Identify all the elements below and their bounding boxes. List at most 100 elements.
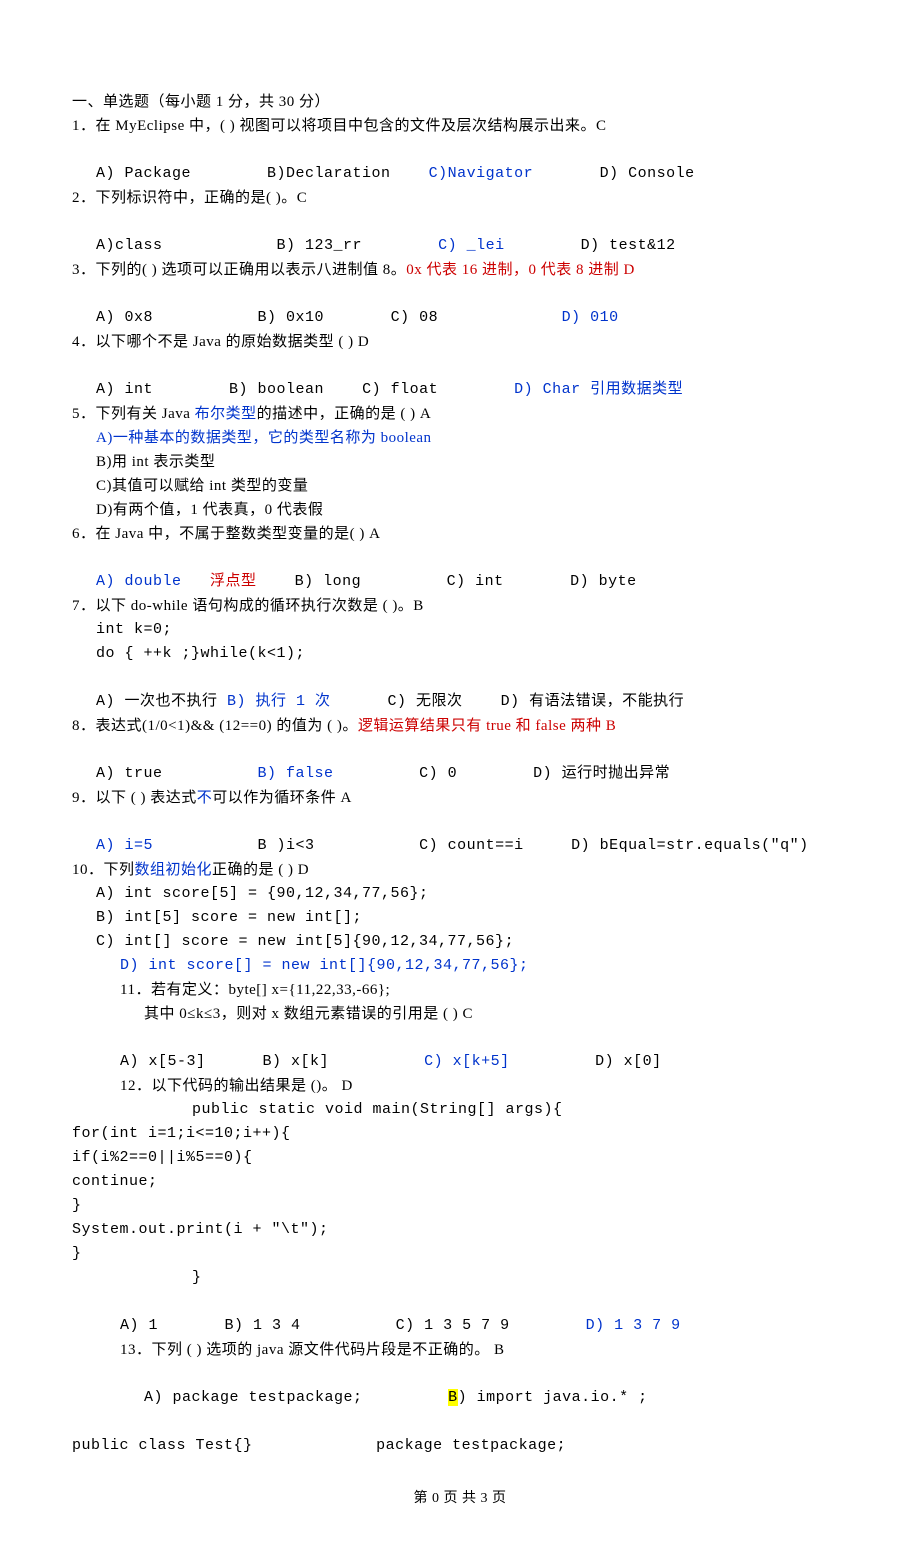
q2-optC: C) _lei bbox=[438, 237, 505, 254]
q12-code5: } bbox=[72, 1194, 848, 1218]
q3-stem: 3．下列的( ) 选项可以正确用以表示八进制值 8。0x 代表 16 进制，0 … bbox=[72, 258, 848, 282]
q4-optB: B) boolean bbox=[229, 381, 324, 398]
q7-optA: A) 一次也不执行 bbox=[96, 693, 227, 710]
q9-optC: C) count==i bbox=[419, 837, 524, 854]
q2-options: A)class B) 123_rr C) _lei D) test&12 bbox=[72, 210, 848, 258]
q3-optD: D) 010 bbox=[562, 309, 619, 326]
q12-optC: C) 1 3 5 7 9 bbox=[396, 1317, 510, 1334]
q2-optD: D) test&12 bbox=[581, 237, 676, 254]
q9-options: A) i=5 B )i<3 C) count==i D) bEqual=str.… bbox=[72, 810, 848, 858]
q1-stem: 1．在 MyEclipse 中，( ) 视图可以将项目中包含的文件及层次结构展示… bbox=[72, 114, 848, 138]
q12-stem: 12．以下代码的输出结果是 ()。 D bbox=[72, 1074, 848, 1098]
q4-options: A) int B) boolean C) float D) Char 引用数据类… bbox=[72, 354, 848, 402]
q1-optD: D) Console bbox=[600, 165, 695, 182]
q8-optD: D) 运行时抛出异常 bbox=[533, 765, 670, 782]
q10-stem-b: 数组初始化 bbox=[135, 862, 213, 878]
q11-stem2: 其中 0≤k≤3，则对 x 数组元素错误的引用是 ( ) C bbox=[72, 1002, 848, 1026]
q7-options: A) 一次也不执行 B) 执行 1 次 C) 无限次 D) 有语法错误，不能执行 bbox=[72, 666, 848, 714]
q7-code2: do { ++k ;}while(k<1); bbox=[72, 642, 848, 666]
q6-stem: 6．在 Java 中，不属于整数类型变量的是( ) A bbox=[72, 522, 848, 546]
q9-stem-a: 9．以下 ( ) 表达式 bbox=[72, 790, 197, 806]
q11-options: A) x[5-3] B) x[k] C) x[k+5] D) x[0] bbox=[72, 1026, 848, 1074]
q12-code3: if(i%2==0||i%5==0){ bbox=[72, 1146, 848, 1170]
q4-optC: C) float bbox=[362, 381, 438, 398]
q1-optA: A) Package bbox=[96, 165, 191, 182]
q1-optC: C)Navigator bbox=[429, 165, 534, 182]
q12-optA: A) 1 bbox=[120, 1317, 158, 1334]
q3-stem-b: 0x 代表 16 进制，0 代表 8 进制 D bbox=[406, 262, 635, 278]
q2-optA: A)class bbox=[96, 237, 163, 254]
q5-stem: 5．下列有关 Java 布尔类型的描述中，正确的是 ( ) A bbox=[72, 402, 848, 426]
q5-stem-c: 的描述中，正确的是 ( ) A bbox=[257, 406, 432, 422]
q8-optA: A) true bbox=[96, 765, 163, 782]
q12-code7: } bbox=[72, 1242, 848, 1266]
q6-optD: D) byte bbox=[570, 573, 637, 590]
q11-stem1: 11．若有定义：byte[] x={11,22,33,-66}; bbox=[72, 978, 848, 1002]
q7-stem: 7．以下 do-while 语句构成的循环执行次数是 ( )。B bbox=[72, 594, 848, 618]
q5-optB: B)用 int 表示类型 bbox=[72, 450, 848, 474]
q13-optA: A) package testpackage; bbox=[144, 1389, 363, 1406]
q11-optB: B) x[k] bbox=[263, 1053, 330, 1070]
q8-stem-a: 8．表达式(1/0<1)&& (12==0) 的值为 ( )。 bbox=[72, 718, 358, 734]
q3-optB: B) 0x10 bbox=[258, 309, 325, 326]
q12-code2: for(int i=1;i<=10;i++){ bbox=[72, 1122, 848, 1146]
q3-optC: C) 08 bbox=[391, 309, 439, 326]
q10-optD: D) int score[] = new int[]{90,12,34,77,5… bbox=[72, 954, 848, 978]
q13-optB-letter: B bbox=[448, 1389, 458, 1406]
q1-options: A) Package B)Declaration C)Navigator D) … bbox=[72, 138, 848, 186]
q8-stem: 8．表达式(1/0<1)&& (12==0) 的值为 ( )。逻辑运算结果只有 … bbox=[72, 714, 848, 738]
q9-optD: D) bEqual=str.equals("q") bbox=[571, 837, 809, 854]
q11-optD: D) x[0] bbox=[595, 1053, 662, 1070]
q5-optC: C)其值可以赋给 int 类型的变量 bbox=[72, 474, 848, 498]
q6-optB: B) long bbox=[295, 573, 362, 590]
q7-optB: B) 执行 1 次 bbox=[227, 693, 331, 710]
q11-optC: C) x[k+5] bbox=[424, 1053, 510, 1070]
q10-stem-a: 10．下列 bbox=[72, 862, 135, 878]
q12-optB: B) 1 3 4 bbox=[225, 1317, 301, 1334]
q10-optA: A) int score[5] = {90,12,34,77,56}; bbox=[72, 882, 848, 906]
q4-optA: A) int bbox=[96, 381, 153, 398]
q4-stem: 4．以下哪个不是 Java 的原始数据类型 ( ) D bbox=[72, 330, 848, 354]
q8-stem-b: 逻辑运算结果只有 true 和 false 两种 B bbox=[358, 718, 616, 734]
q10-stem-c: 正确的是 ( ) D bbox=[212, 862, 309, 878]
q5-stem-b: 布尔类型 bbox=[195, 406, 257, 422]
q9-stem-b: 不 bbox=[197, 790, 213, 806]
q8-optC: C) 0 bbox=[419, 765, 457, 782]
q9-stem-c: 可以作为循环条件 A bbox=[212, 790, 352, 806]
q9-optA: A) i=5 bbox=[96, 837, 153, 854]
q12-code1: public static void main(String[] args){ bbox=[72, 1098, 848, 1122]
q13-line2-b: package testpackage; bbox=[376, 1437, 566, 1454]
q8-optB: B) false bbox=[258, 765, 334, 782]
q6-optA-a: A) double bbox=[96, 573, 182, 590]
q12-code4: continue; bbox=[72, 1170, 848, 1194]
q5-stem-a: 5．下列有关 Java bbox=[72, 406, 195, 422]
q6-optA-b: 浮点型 bbox=[210, 573, 257, 590]
q7-code1: int k=0; bbox=[72, 618, 848, 642]
q6-optC: C) int bbox=[447, 573, 504, 590]
section-header: 一、单选题（每小题 1 分，共 30 分） bbox=[72, 90, 848, 114]
q2-optB: B) 123_rr bbox=[277, 237, 363, 254]
q7-optC: C) 无限次 bbox=[388, 693, 463, 710]
q8-options: A) true B) false C) 0 D) 运行时抛出异常 bbox=[72, 738, 848, 786]
page-footer: 第 0 页 共 3 页 bbox=[72, 1488, 848, 1510]
q9-stem: 9．以下 ( ) 表达式不可以作为循环条件 A bbox=[72, 786, 848, 810]
q5-optD: D)有两个值，1 代表真，0 代表假 bbox=[72, 498, 848, 522]
q1-optB: B)Declaration bbox=[267, 165, 391, 182]
q12-optD: D) 1 3 7 9 bbox=[586, 1317, 681, 1334]
q7-optD: D) 有语法错误，不能执行 bbox=[501, 693, 685, 710]
q13-optB-rest: ) import java.io.* ; bbox=[458, 1389, 648, 1406]
q13-line1: A) package testpackage; B) import java.i… bbox=[72, 1362, 848, 1410]
q11-optA: A) x[5-3] bbox=[120, 1053, 206, 1070]
q4-optD: D) Char 引用数据类型 bbox=[514, 381, 683, 398]
q10-stem: 10．下列数组初始化正确的是 ( ) D bbox=[72, 858, 848, 882]
q10-optB: B) int[5] score = new int[]; bbox=[72, 906, 848, 930]
q13-line2: public class Test{} package testpackage; bbox=[72, 1410, 848, 1458]
q10-optC: C) int[] score = new int[5]{90,12,34,77,… bbox=[72, 930, 848, 954]
q3-stem-a: 3．下列的( ) 选项可以正确用以表示八进制值 8。 bbox=[72, 262, 406, 278]
q13-stem: 13．下列 ( ) 选项的 java 源文件代码片段是不正确的。 B bbox=[72, 1338, 848, 1362]
q13-line2-a: public class Test{} bbox=[72, 1437, 253, 1454]
q12-code6: System.out.print(i + "\t"); bbox=[72, 1218, 848, 1242]
q12-options: A) 1 B) 1 3 4 C) 1 3 5 7 9 D) 1 3 7 9 bbox=[72, 1290, 848, 1338]
q12-code8: } bbox=[72, 1266, 848, 1290]
q6-options: A) double 浮点型 B) long C) int D) byte bbox=[72, 546, 848, 594]
